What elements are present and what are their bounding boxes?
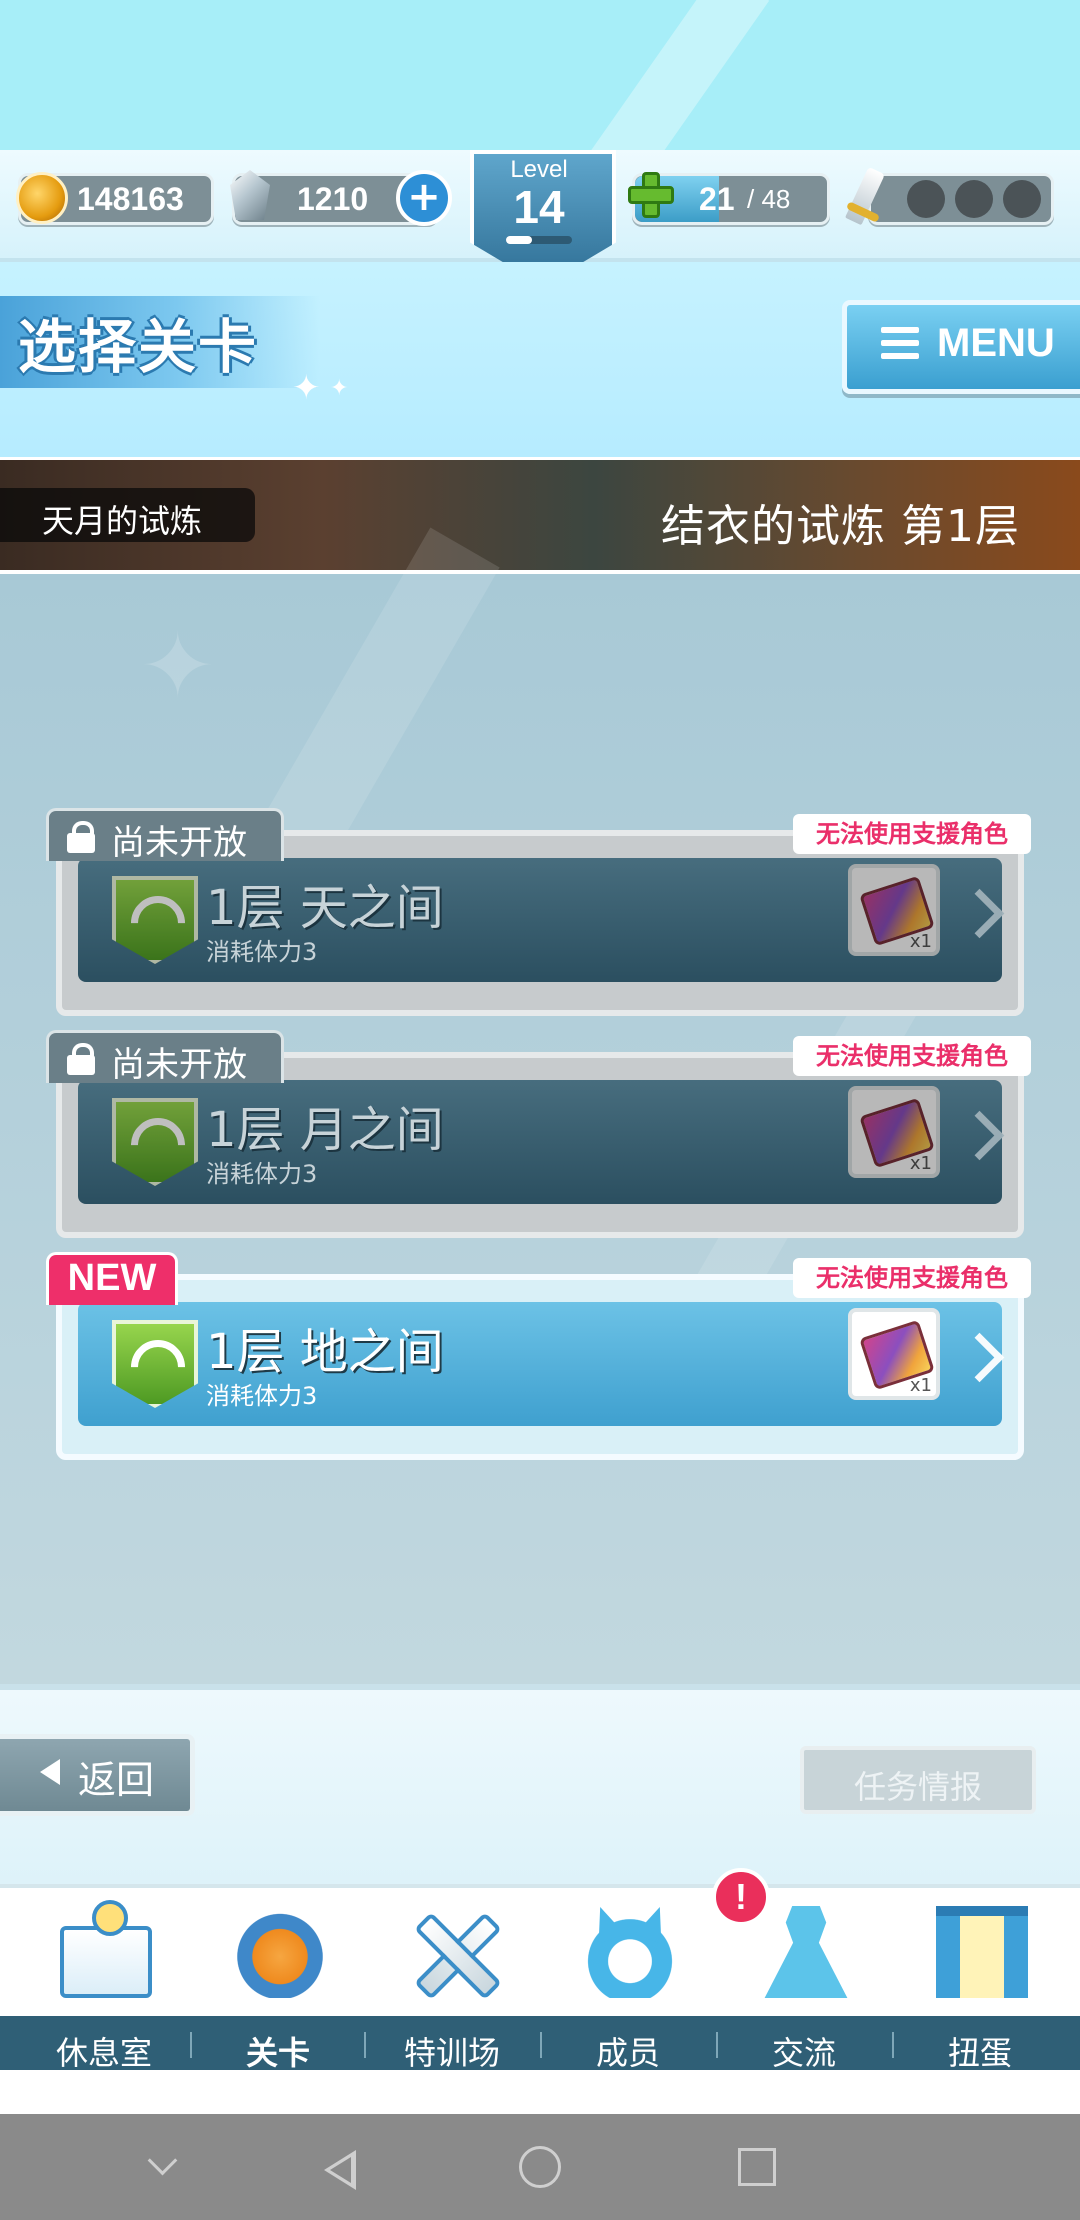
ticket-slots	[868, 173, 1054, 225]
nav-label: 成员	[595, 2034, 660, 2072]
cat-icon	[584, 1906, 676, 1998]
reward-item: x1	[848, 1086, 940, 1178]
gold-value: 148163	[77, 181, 184, 217]
sparkle-icon: ✦	[330, 376, 349, 401]
locked-tag: 尚未开放	[46, 1030, 284, 1085]
stamina-plus-icon	[628, 172, 674, 218]
stage-card-di[interactable]: 1层 地之间 消耗体力3 x1	[56, 1274, 1024, 1460]
stamina-max: / 48	[747, 184, 791, 214]
hamburger-icon	[881, 327, 919, 359]
mission-info-label: 任务情报	[853, 1768, 982, 1806]
chevron-right-icon	[954, 1332, 1005, 1383]
nav-item-members[interactable]: 成员	[540, 1888, 716, 2072]
chapter-label: 天月的试炼	[42, 502, 203, 540]
hide-keyboard-icon[interactable]	[102, 2114, 222, 2220]
nav-item-stages[interactable]: 关卡	[190, 1888, 366, 2072]
nav-label: 特训场	[403, 2034, 500, 2072]
reward-count: x1	[909, 1375, 932, 1396]
nav-item-gacha[interactable]: 扭蛋	[892, 1888, 1068, 2072]
locked-tag-label: 尚未开放	[111, 823, 247, 863]
chevron-right-icon	[954, 1110, 1005, 1161]
system-recents-button[interactable]	[696, 2114, 816, 2220]
support-restriction-label: 无法使用支援角色	[793, 1258, 1031, 1298]
new-badge-label: NEW	[67, 1257, 157, 1299]
gem-value: 1210	[297, 181, 369, 217]
dress-icon	[764, 1906, 848, 1998]
back-label: 返回	[78, 1758, 155, 1802]
ticket-slot	[907, 180, 945, 218]
support-restriction-label: 无法使用支援角色	[793, 1036, 1031, 1076]
gold-coin-icon	[16, 172, 68, 224]
stage-name: 1层 地之间	[206, 1324, 444, 1380]
page-title: 选择关卡	[18, 313, 259, 381]
stage-emblem-icon	[112, 876, 198, 964]
system-nav-bar	[0, 2114, 1080, 2220]
add-gems-button[interactable]: +	[396, 170, 452, 226]
back-arrow-icon	[40, 1759, 60, 1785]
nav-label: 休息室	[55, 2034, 152, 2072]
exp-bar-fill	[506, 236, 533, 244]
mission-info-button[interactable]: 任务情报	[800, 1746, 1036, 1814]
locked-tag-label: 尚未开放	[111, 1045, 247, 1085]
stage-card-body: 1层 地之间 消耗体力3 x1	[78, 1302, 1005, 1426]
crossed-swords-icon	[408, 1906, 500, 1998]
ticket-slot	[1003, 180, 1041, 218]
stage-name: 1层 月之间	[206, 1102, 444, 1158]
lock-icon	[67, 1043, 95, 1075]
bottom-nav: 休息室 关卡 特训场 成员 交流 扭蛋	[0, 1884, 1080, 2072]
nav-label: 交流	[771, 2034, 836, 2072]
stage-cost: 消耗体力3	[206, 1382, 318, 1410]
reward-count: x1	[909, 931, 932, 952]
nav-item-lounge[interactable]: 休息室	[16, 1888, 192, 2072]
system-back-button[interactable]	[280, 2114, 400, 2220]
ticket-slot	[955, 180, 993, 218]
stamina-current: 21	[699, 181, 735, 217]
notification-badge: !	[712, 1868, 770, 1926]
exp-bar	[506, 236, 572, 244]
demon-icon	[234, 1906, 326, 1998]
sky-backdrop	[0, 0, 1080, 214]
stage-emblem-icon	[112, 1320, 198, 1408]
back-button[interactable]: 返回	[0, 1734, 195, 1816]
reward-count: x1	[909, 1153, 932, 1174]
menu-label: MENU	[937, 321, 1055, 365]
lock-icon	[67, 821, 95, 853]
stage-cost: 消耗体力3	[206, 938, 318, 966]
new-badge: NEW	[46, 1252, 178, 1305]
nav-item-training[interactable]: 特训场	[364, 1888, 540, 2072]
stage-cost: 消耗体力3	[206, 1160, 318, 1188]
reward-item: x1	[848, 1308, 940, 1400]
nav-label: 扭蛋	[947, 2034, 1012, 2072]
locked-tag: 尚未开放	[46, 808, 284, 863]
menu-button[interactable]: MENU	[842, 300, 1080, 394]
nav-label: 关卡	[245, 2034, 310, 2072]
building-icon	[60, 1900, 152, 1998]
sparkle-icon: ✦	[140, 614, 216, 719]
curtain-icon	[936, 1906, 1028, 1998]
stage-emblem-icon	[112, 1098, 198, 1186]
stage-card-body: 1层 天之间 消耗体力3 x1	[78, 858, 1005, 982]
reward-item: x1	[848, 864, 940, 956]
floor-title: 结衣的试炼 第1层	[661, 501, 1020, 552]
level-badge: Level 14	[470, 150, 616, 286]
stage-card-body: 1层 月之间 消耗体力3 x1	[78, 1080, 1005, 1204]
chevron-right-icon	[954, 888, 1005, 939]
level-value: 14	[513, 181, 565, 233]
support-restriction-label: 无法使用支援角色	[793, 814, 1031, 854]
stage-name: 1层 天之间	[206, 880, 444, 936]
system-home-button[interactable]	[480, 2114, 600, 2220]
sparkle-icon: ✦	[292, 368, 321, 408]
